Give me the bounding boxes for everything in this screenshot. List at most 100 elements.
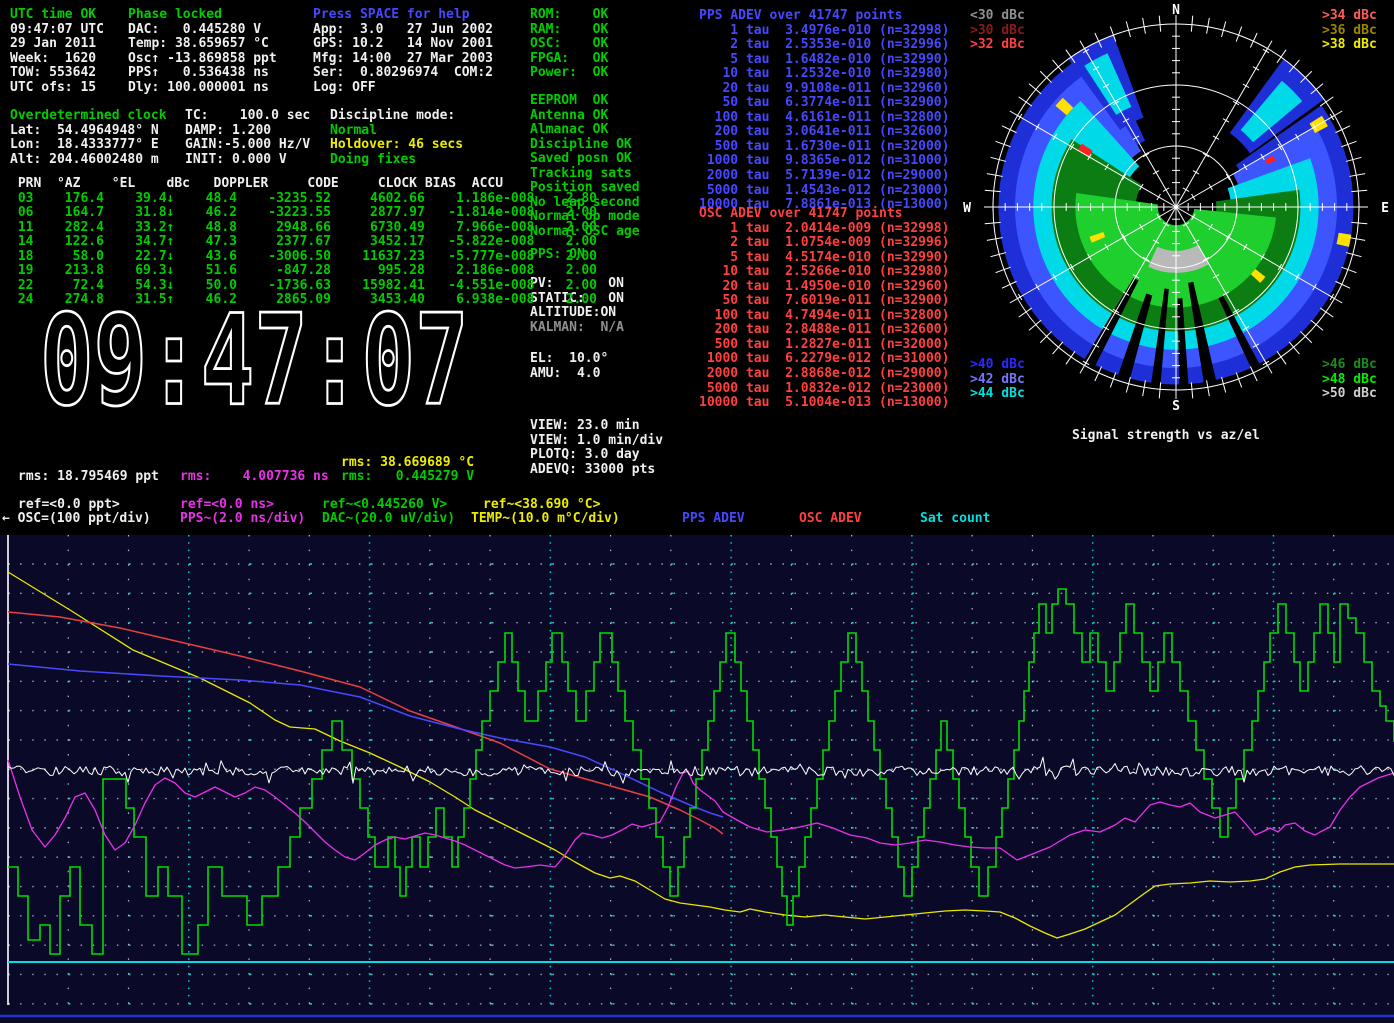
plot-scale-temp-line: TEMP~(10.0 m°C/div) bbox=[471, 512, 620, 527]
receiver-position-line: Lon: 18.4333777° E bbox=[10, 138, 167, 153]
oscillator-status-line: Phase locked bbox=[128, 8, 277, 23]
utc-status-line: Week: 1620 bbox=[10, 52, 104, 67]
elevation-tick bbox=[1223, 119, 1229, 123]
outer-tick bbox=[1159, 16, 1160, 32]
plot-scale-pps: PPS~(2.0 ns/div) bbox=[180, 512, 305, 527]
oscillator-status-line: Temp: 38.659657 °C bbox=[128, 37, 277, 52]
satellite-table-line: 14 122.6 34.7↑ 47.3 2377.67 3452.17 -5.8… bbox=[10, 235, 597, 250]
osc-adev-table-line: 2 tau 1.0754e-009 (n=32996) bbox=[699, 236, 949, 251]
pps-adev-table-line: 5000 tau 1.4543e-012 (n=23000) bbox=[699, 184, 949, 199]
utc-status-line: TOW: 553642 bbox=[10, 66, 104, 81]
outer-tick bbox=[1191, 382, 1192, 398]
utc-status-line: UTC time OK bbox=[10, 8, 104, 23]
outer-tick bbox=[1019, 97, 1032, 106]
outer-tick bbox=[1066, 351, 1075, 364]
gps-status-line: EEPROM OK bbox=[530, 94, 640, 109]
outer-tick bbox=[991, 253, 1006, 257]
pps-adev-table-line: 10000 tau 7.8861e-013 (n=13000) bbox=[699, 198, 949, 213]
version-info-line: GPS: 10.2 14 Nov 2001 bbox=[313, 37, 493, 52]
oscillator-status: Phase lockedDAC: 0.445280 VTemp: 38.6596… bbox=[128, 8, 277, 95]
satellite-table-line: 11 282.4 33.2↑ 48.8 2948.66 6730.49 7.96… bbox=[10, 221, 597, 236]
selftest-status-line: Power: OK bbox=[530, 66, 608, 81]
mask-settings-line: AMU: 4.0 bbox=[530, 367, 608, 382]
selftest-status-line: FPGA: OK bbox=[530, 52, 608, 67]
osc-adev-table-line: 10000 tau 5.1004e-013 (n=13000) bbox=[699, 396, 949, 411]
loop-params: TC: 100.0 secDAMP: 1.200GAIN:-5.000 Hz/V… bbox=[185, 109, 310, 167]
oscillator-status-line: Dly: 100.000001 ns bbox=[128, 81, 277, 96]
elevation-tick bbox=[1153, 171, 1159, 175]
elevation-tick bbox=[1193, 171, 1199, 175]
outer-tick bbox=[1191, 16, 1192, 32]
osc-adev-table-line: 1000 tau 6.2279e-012 (n=31000) bbox=[699, 352, 949, 367]
oscillator-status-line: PPS↑ 0.536438 ns bbox=[128, 66, 277, 81]
plot-scale-temp: TEMP~(10.0 m°C/div) bbox=[471, 512, 620, 527]
version-info-line: Ser: 0.80296974 COM:2 bbox=[313, 66, 493, 81]
plot-ref-temp-line: ref~<38.690 °C> bbox=[483, 498, 600, 513]
utc-status-line: UTC ofs: 15 bbox=[10, 81, 104, 96]
mask-settings-line: EL: 10.0° bbox=[530, 352, 608, 367]
satellite-table-line: PRN °AZ °EL dBc DOPPLER CODE CLOCK BIAS … bbox=[10, 177, 597, 192]
gps-status-line: Almanac OK bbox=[530, 123, 640, 138]
loop-params-line: GAIN:-5.000 Hz/V bbox=[185, 138, 310, 153]
outer-tick bbox=[1019, 308, 1032, 317]
rms-temp-line: rms: 38.669689 °C bbox=[341, 456, 474, 471]
plot-scale-osc: ← OSC=(100 ppt/div) bbox=[2, 512, 151, 527]
clock-digits: 09:47:07 bbox=[40, 300, 469, 430]
outer-tick bbox=[1346, 157, 1361, 161]
outer-tick bbox=[1320, 308, 1333, 317]
pps-status: PPS: ON bbox=[530, 248, 585, 263]
plot-ref-pps: ref=<0.0 ns> bbox=[180, 498, 274, 513]
gps-status-line: Normal op mode bbox=[530, 210, 640, 225]
rms-osc: rms: 18.795469 ppt bbox=[18, 470, 159, 485]
pps-adev-table-line: 20 tau 9.9108e-011 (n=32960) bbox=[699, 82, 949, 97]
fix-modes-line: KALMAN: N/A bbox=[530, 321, 624, 336]
oscillator-status-line: Osc↑ -13.869858 ppt bbox=[128, 52, 277, 67]
plot-ref-dac: ref~<0.445260 V> bbox=[322, 498, 447, 513]
compass-label-w: W bbox=[963, 201, 971, 216]
plot-ref-temp: ref~<38.690 °C> bbox=[483, 498, 600, 513]
satellite-table: PRN °AZ °EL dBc DOPPLER CODE CLOCK BIAS … bbox=[10, 177, 597, 308]
plot-scale-dac: DAC~(20.0 uV/div) bbox=[322, 512, 455, 527]
fix-modes-line: ALTITUDE:ON bbox=[530, 306, 624, 321]
plot-scale-osc-line: ← OSC=(100 ppt/div) bbox=[2, 512, 151, 527]
outer-tick bbox=[1349, 174, 1365, 177]
plot-scale-pps-line: PPS~(2.0 ns/div) bbox=[180, 512, 305, 527]
gps-status-line: Saved posn OK bbox=[530, 152, 640, 167]
oscillator-status-line: DAC: 0.445280 V bbox=[128, 23, 277, 38]
discipline-mode: Discipline mode:NormalHoldover: 46 secsD… bbox=[330, 109, 463, 167]
plot-settings-line: VIEW: 1.0 min/div bbox=[530, 434, 663, 449]
version-info-line: Press SPACE for help bbox=[313, 8, 493, 23]
osc-adev-table-line: 200 tau 2.8488e-011 (n=32600) bbox=[699, 323, 949, 338]
elevation-tick bbox=[1213, 136, 1219, 140]
osc-adev-table-line: 10 tau 2.5266e-010 (n=32980) bbox=[699, 265, 949, 280]
plot-settings-line: ADEVQ: 33000 pts bbox=[530, 463, 663, 478]
version-info: Press SPACE for helpApp: 3.0 27 Jun 2002… bbox=[313, 8, 493, 95]
osc-adev-table-line: 5000 tau 1.0832e-012 (n=23000) bbox=[699, 382, 949, 397]
outer-tick bbox=[985, 190, 1001, 191]
utc-status-line: 29 Jan 2011 bbox=[10, 37, 104, 52]
plot-ref-pps-line: ref=<0.0 ns> bbox=[180, 498, 274, 513]
rms-pps-line: rms: 4.007736 ns bbox=[180, 470, 329, 485]
outer-tick bbox=[987, 174, 1003, 177]
pps-adev-table-line: 5 tau 1.6482e-010 (n=32990) bbox=[699, 53, 949, 68]
selftest-status: ROM: OKRAM: OKOSC: OKFPGA: OKPower: OK bbox=[530, 8, 608, 81]
strip-chart-plot[interactable] bbox=[0, 535, 1394, 1023]
pps-adev-table-line: 50 tau 6.3774e-011 (n=32900) bbox=[699, 96, 949, 111]
gps-status-line: Normal OSC age bbox=[530, 225, 640, 240]
rms-pps: rms: 4.007736 ns bbox=[180, 470, 329, 485]
plot-legend-ppsadev: PPS ADEV bbox=[682, 512, 745, 527]
osc-adev-table-line: 5 tau 4.5174e-010 (n=32990) bbox=[699, 251, 949, 266]
pps-status-line: PPS: ON bbox=[530, 248, 585, 263]
discipline-mode-line: Normal bbox=[330, 124, 463, 139]
outer-tick bbox=[1207, 18, 1210, 34]
plot-settings-line: VIEW: 23.0 min bbox=[530, 419, 663, 434]
satellite-table-line: 03 176.4 39.4↓ 48.4 -3235.52 4602.66 1.1… bbox=[10, 192, 597, 207]
receiver-position: Overdetermined clockLat: 54.4964948° NLo… bbox=[10, 109, 167, 167]
outer-tick bbox=[987, 238, 1003, 241]
rms-dac-line: rms: 0.445279 V bbox=[341, 470, 474, 485]
outer-tick bbox=[1040, 71, 1051, 82]
selftest-status-line: OSC: OK bbox=[530, 37, 608, 52]
satellite-azel-map: NSEW bbox=[950, 0, 1394, 440]
elevation-tick bbox=[1253, 67, 1259, 71]
selftest-status-line: ROM: OK bbox=[530, 8, 608, 23]
